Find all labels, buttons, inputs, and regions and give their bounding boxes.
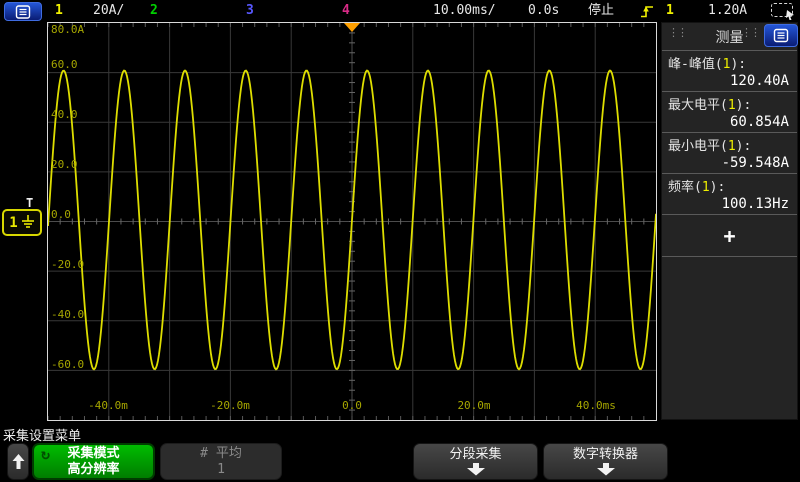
drag-handle-icon[interactable]: ⋮⋮ [668, 28, 686, 37]
trigger-source-badge[interactable]: 1 [666, 3, 674, 19]
channel-1-ground-marker[interactable]: 1 [2, 209, 42, 236]
y-axis-label: -60.0 [51, 359, 84, 371]
y-axis-label: 60.0 [51, 59, 78, 71]
down-arrow-icon [465, 463, 487, 476]
delay-readout[interactable]: 0.0s [528, 3, 559, 19]
add-measurement-button[interactable]: + [662, 215, 797, 257]
ground-symbol-icon [21, 215, 35, 230]
run-state-label: 停止 [588, 3, 614, 19]
measurement-value: 100.13Hz [668, 196, 791, 212]
main-menu-button[interactable] [4, 2, 42, 21]
trigger-level-readout[interactable]: 1.20A [708, 3, 747, 19]
rect-select-tool-icon[interactable] [771, 3, 793, 17]
x-axis-label: 40.0ms [576, 400, 616, 412]
channel-4-badge[interactable]: 4 [342, 3, 350, 19]
list-menu-icon [15, 5, 31, 19]
x-axis-label: 0.0 [342, 400, 362, 412]
measurement-item-minimum[interactable]: 最小电平(1): -59.548A [662, 133, 797, 174]
x-axis-label: -20.0m [210, 400, 250, 412]
channel-1-badge[interactable]: 1 [55, 3, 63, 19]
digitizer-softkey[interactable]: 数字转换器 [543, 443, 668, 480]
average-count-softkey: # 平均 1 [160, 443, 282, 480]
channel-2-badge[interactable]: 2 [150, 3, 158, 19]
list-menu-icon [773, 28, 789, 43]
graticule-and-waveform [48, 23, 656, 420]
cycle-icon: ↻ [41, 446, 50, 462]
measurement-item-maximum[interactable]: 最大电平(1): 60.854A [662, 92, 797, 133]
trigger-slope-icon [640, 4, 655, 19]
softkey-menu-bar: 采集设置菜单 ↻ 采集模式 高分辨率 # 平均 1 分段采集 数字转换器 [0, 422, 800, 482]
measurement-item-peak-to-peak[interactable]: 峰-峰值(1): 120.40A [662, 51, 797, 92]
top-status-bar: 1 20A/ 2 3 4 10.00ms/ 0.0s 停止 1 1.20A [0, 0, 800, 22]
up-arrow-icon [12, 453, 25, 470]
y-axis-label: 80.0A [51, 24, 84, 36]
timebase-readout[interactable]: 10.00ms/ [433, 3, 496, 19]
x-axis-label: 20.0m [457, 400, 490, 412]
oscilloscope-screen: 1 20A/ 2 3 4 10.00ms/ 0.0s 停止 1 1.20A 80… [0, 0, 800, 482]
y-axis-label: -20.0 [51, 259, 84, 271]
y-axis-label: 0.0 [51, 209, 71, 221]
panel-menu-button[interactable] [764, 24, 798, 47]
measurement-value: -59.548A [668, 155, 791, 171]
drag-handle-icon[interactable]: ⋮⋮ [741, 28, 759, 37]
trigger-position-marker[interactable] [344, 23, 360, 32]
x-axis-label: -40.0m [88, 400, 128, 412]
measurement-value: 60.854A [668, 114, 791, 130]
measurement-item-frequency[interactable]: 频率(1): 100.13Hz [662, 174, 797, 215]
acquire-mode-softkey[interactable]: ↻ 采集模式 高分辨率 [32, 443, 155, 480]
segmented-acquire-softkey[interactable]: 分段采集 [413, 443, 538, 480]
y-axis-label: 20.0 [51, 159, 78, 171]
y-axis-label: 40.0 [51, 109, 78, 121]
y-axis-label: -40.0 [51, 309, 84, 321]
measurement-value: 120.40A [668, 73, 791, 89]
menu-back-button[interactable] [7, 443, 29, 480]
down-arrow-icon [595, 463, 617, 476]
softkey-menu-title: 采集设置菜单 [3, 425, 81, 444]
waveform-display-area[interactable] [47, 22, 657, 421]
trigger-level-marker[interactable]: T [26, 196, 33, 210]
channel-1-scale[interactable]: 20A/ [93, 3, 124, 19]
channel-3-badge[interactable]: 3 [246, 3, 254, 19]
measurements-panel-title: 测量 [716, 27, 744, 47]
measurements-panel: ⋮⋮ 测量 ⋮⋮ 峰-峰值(1): 120.40A 最大电平(1): 60.85… [661, 22, 798, 420]
